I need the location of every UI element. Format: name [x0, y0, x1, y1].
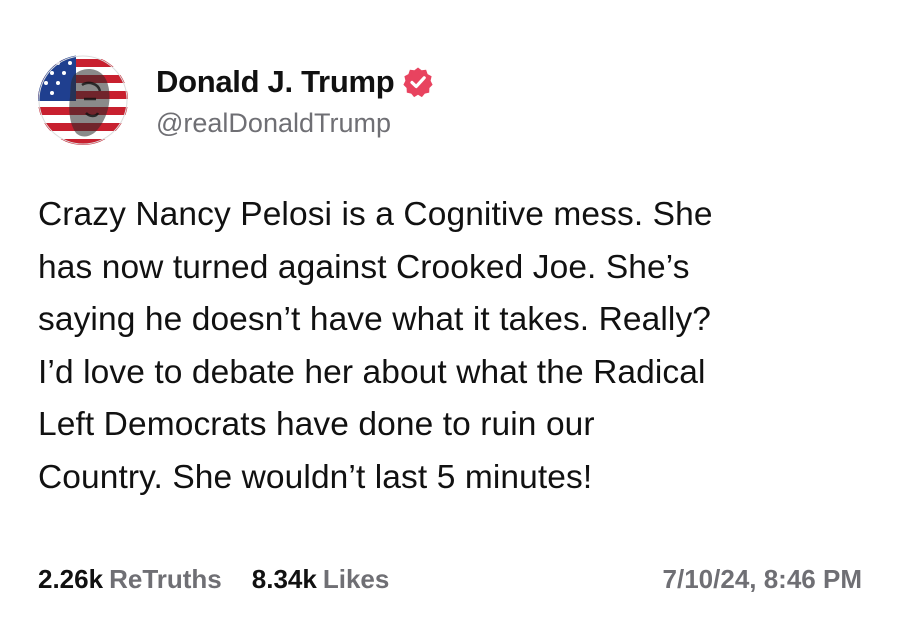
flag-portrait-icon [38, 55, 128, 145]
post-stats: 2.26k ReTruths 8.34k Likes [38, 561, 419, 597]
post-timestamp[interactable]: 7/10/24, 8:46 PM [663, 561, 862, 597]
avatar[interactable] [38, 55, 128, 145]
verified-badge-icon [402, 66, 434, 98]
retruths-stat[interactable]: 2.26k ReTruths [38, 564, 222, 595]
likes-stat[interactable]: 8.34k Likes [252, 564, 390, 595]
user-handle[interactable]: @realDonaldTrump [156, 108, 434, 139]
post-header: Donald J. Trump @realDonaldTrump [38, 54, 434, 146]
retruths-count: 2.26k [38, 563, 104, 594]
display-name[interactable]: Donald J. Trump [156, 64, 395, 100]
post-text: Crazy Nancy Pelosi is a Cognitive mess. … [38, 196, 713, 496]
retruths-label: ReTruths [109, 563, 222, 594]
truth-post: Donald J. Trump @realDonaldTrump Crazy N… [0, 0, 900, 634]
name-row: Donald J. Trump [156, 62, 434, 102]
author-identity: Donald J. Trump @realDonaldTrump [156, 62, 434, 139]
likes-count: 8.34k [251, 563, 317, 594]
likes-label: Likes [322, 563, 390, 594]
